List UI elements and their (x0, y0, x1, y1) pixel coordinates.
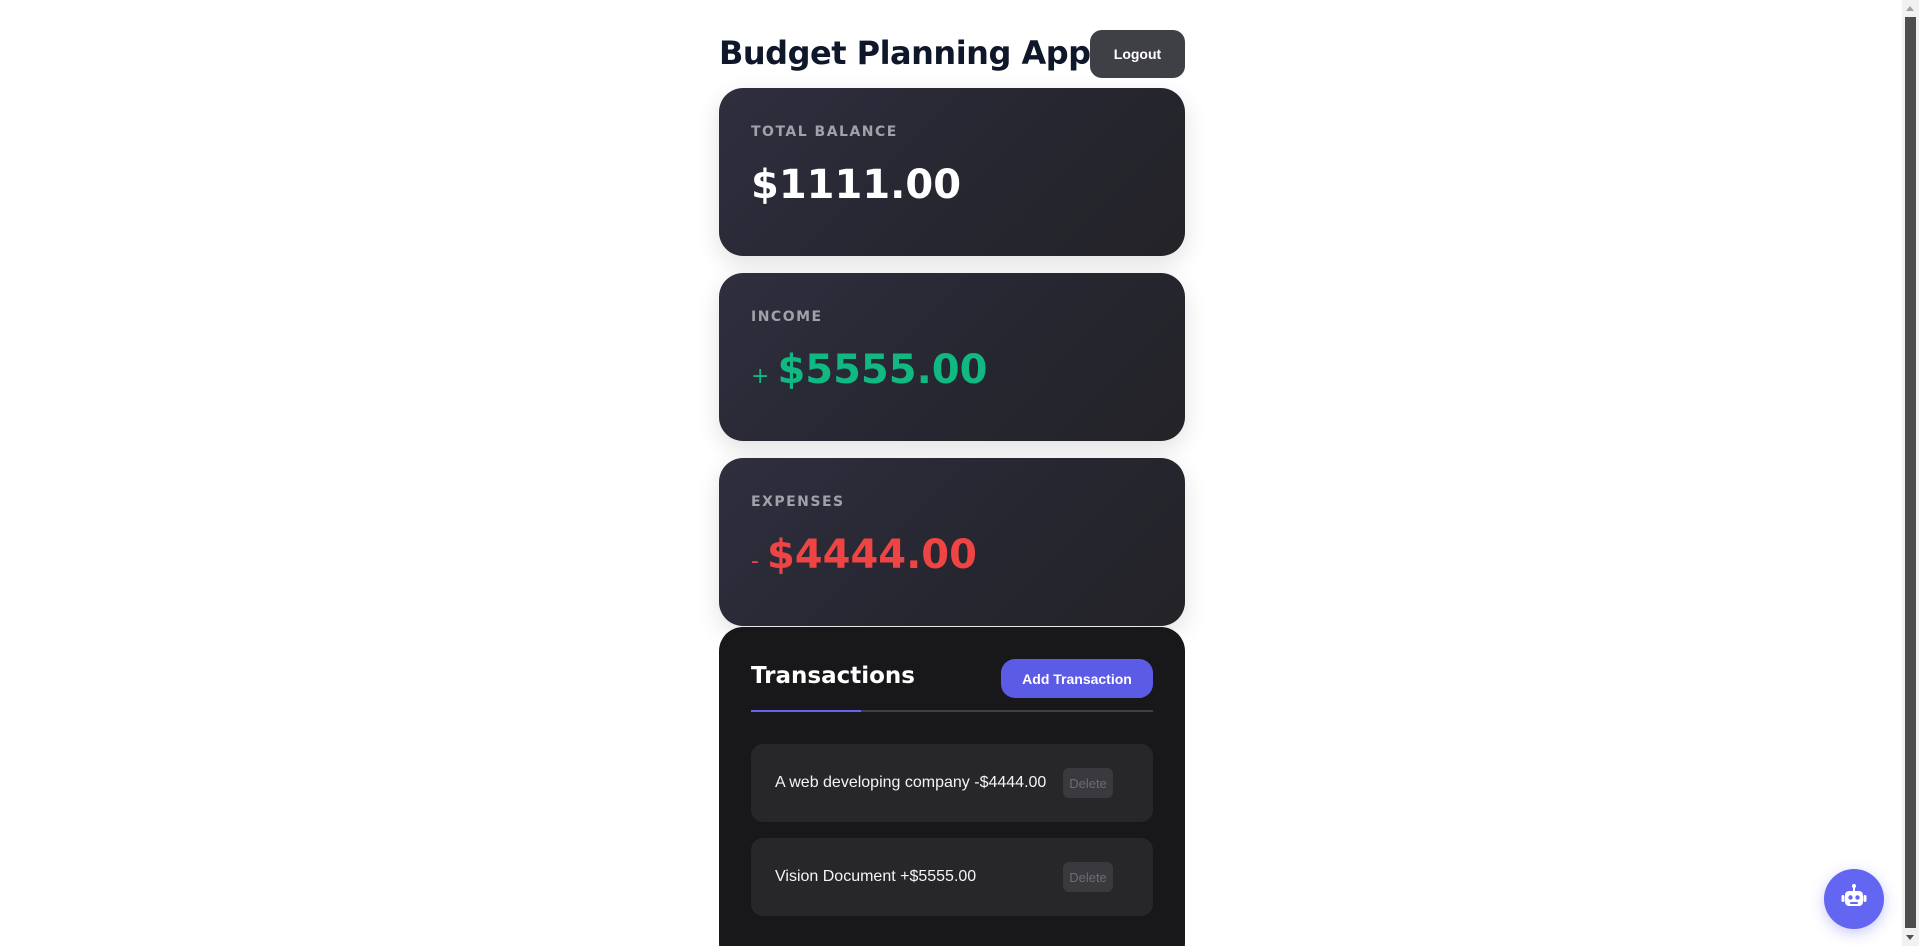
budget-app-page: Budget Planning App Logout TOTAL BALANCE… (0, 0, 1919, 946)
assistant-button[interactable] (1824, 869, 1884, 929)
scroll-down-icon[interactable] (1906, 935, 1914, 940)
income-label: INCOME (751, 309, 823, 325)
delete-transaction-button[interactable]: Delete (1063, 862, 1113, 892)
expenses-card: EXPENSES - $4444.00 (719, 458, 1185, 626)
total-balance-label: TOTAL BALANCE (751, 124, 898, 140)
income-amount: + $5555.00 (751, 347, 1153, 393)
transaction-text: A web developing company -$4444.00 (775, 774, 1047, 791)
income-sign: + (751, 364, 770, 389)
transaction-item: A web developing company -$4444.00 Delet… (751, 744, 1153, 822)
transaction-item: Vision Document +$5555.00 Delete (751, 838, 1153, 916)
page-scrollbar[interactable] (1902, 0, 1919, 946)
total-balance-card: TOTAL BALANCE $1111.00 (719, 88, 1185, 256)
scroll-thumb[interactable] (1905, 17, 1916, 928)
app-title: Budget Planning App (719, 34, 1091, 72)
income-card: INCOME + $5555.00 (719, 273, 1185, 441)
total-balance-value: $1111.00 (751, 162, 962, 208)
income-value: $5555.00 (777, 347, 988, 393)
total-balance-amount: $1111.00 (751, 162, 1153, 208)
transaction-text: Vision Document +$5555.00 (775, 868, 977, 885)
expenses-value: $4444.00 (766, 532, 977, 578)
transactions-panel: Transactions Add Transaction A web devel… (719, 627, 1185, 946)
main-container: Budget Planning App Logout TOTAL BALANCE… (719, 0, 1185, 946)
transactions-header: Transactions Add Transaction (751, 659, 1153, 703)
divider-accent (751, 710, 861, 712)
transactions-divider (751, 710, 1153, 712)
transactions-title: Transactions (751, 663, 915, 689)
logout-button[interactable]: Logout (1090, 30, 1185, 78)
expenses-label: EXPENSES (751, 494, 845, 510)
app-header: Budget Planning App Logout (719, 0, 1185, 88)
robot-icon (1839, 883, 1869, 916)
transactions-list: A web developing company -$4444.00 Delet… (751, 744, 1153, 916)
expenses-sign: - (751, 549, 759, 574)
expenses-amount: - $4444.00 (751, 532, 1153, 578)
scroll-up-icon[interactable] (1906, 6, 1914, 11)
delete-transaction-button[interactable]: Delete (1063, 768, 1113, 798)
add-transaction-button[interactable]: Add Transaction (1001, 659, 1153, 698)
